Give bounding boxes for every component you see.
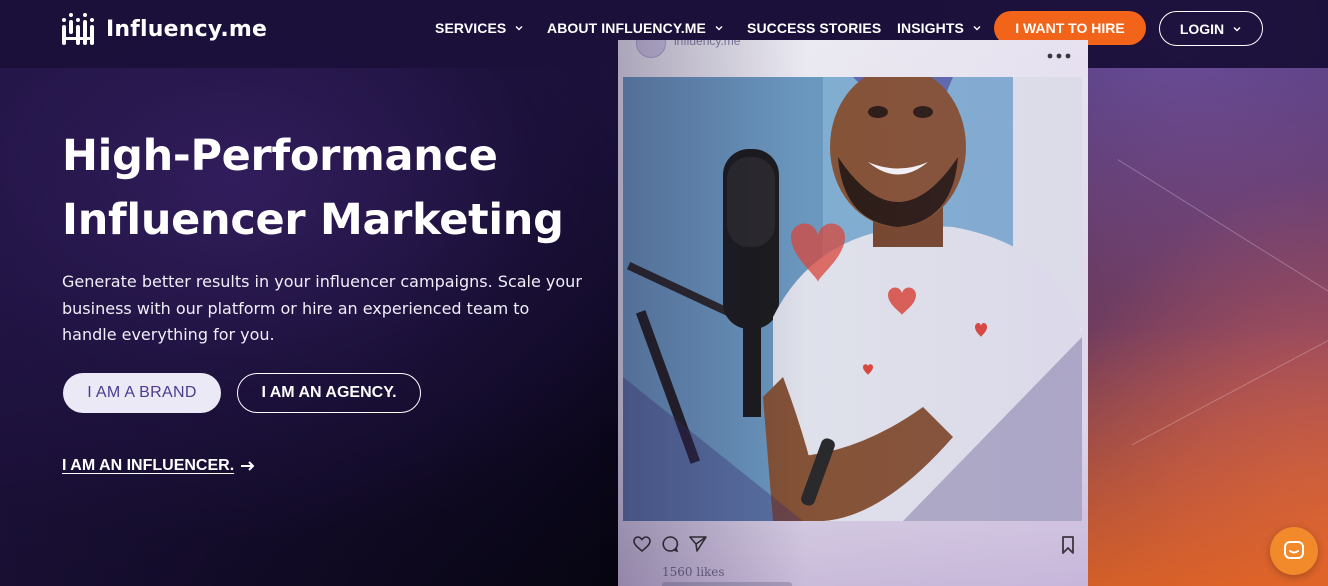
chevron-down-icon xyxy=(715,26,723,31)
nav-success-stories[interactable]: SUCCESS STORIES xyxy=(747,18,881,38)
hero-title: High-Performance Influencer Marketing xyxy=(62,124,582,252)
post-likes: 1560 likes xyxy=(662,565,725,579)
chat-button[interactable] xyxy=(1270,527,1318,575)
arrow-right-icon xyxy=(241,461,255,471)
influencer-link-label: I AM AN INFLUENCER. xyxy=(62,457,235,474)
post-handle: influency.me xyxy=(674,40,741,48)
post-actions xyxy=(632,534,708,556)
agency-button[interactable]: I AM AN AGENCY. xyxy=(237,373,421,413)
logo[interactable]: Influency.me xyxy=(60,10,267,48)
post-avatar xyxy=(636,40,666,58)
nav-about[interactable]: ABOUT INFLUENCY.ME xyxy=(547,18,724,38)
hero-subtitle: Generate better results in your influenc… xyxy=(62,272,582,344)
nav-services[interactable]: SERVICES xyxy=(435,18,524,38)
more-icon xyxy=(1047,53,1071,59)
social-post-mockup: influency.me 1560 likes xyxy=(618,40,1088,586)
hero-title-line-1: High-Performance xyxy=(62,131,498,181)
post-caption xyxy=(662,582,792,586)
chevron-down-icon xyxy=(1233,26,1241,31)
post-photo-illustration xyxy=(623,77,1082,521)
influencer-link[interactable]: I AM AN INFLUENCER. xyxy=(62,457,256,475)
nav-success-stories-label: SUCCESS STORIES xyxy=(747,20,882,36)
heart-icon[interactable] xyxy=(632,534,652,554)
logo-icon xyxy=(60,10,98,48)
bookmark-icon[interactable] xyxy=(1060,535,1076,555)
send-icon[interactable] xyxy=(688,534,708,554)
nav-insights-label: INSIGHTS xyxy=(897,20,964,36)
post-photo xyxy=(623,77,1082,521)
brand-button[interactable]: I AM A BRAND xyxy=(63,373,221,413)
chevron-down-icon xyxy=(973,26,981,31)
comment-icon[interactable] xyxy=(660,534,680,554)
login-label: LOGIN xyxy=(1179,20,1225,37)
nav-about-label: ABOUT INFLUENCY.ME xyxy=(547,20,706,36)
chat-icon xyxy=(1284,541,1304,559)
logo-text: Influency.me xyxy=(106,16,268,42)
nav-services-label: SERVICES xyxy=(435,20,507,36)
hero-title-line-2: Influencer Marketing xyxy=(62,195,564,245)
nav-insights[interactable]: INSIGHTS xyxy=(897,18,982,38)
chevron-down-icon xyxy=(515,26,523,31)
login-button[interactable]: LOGIN xyxy=(1159,11,1263,46)
background-accent-strip xyxy=(1088,68,1328,586)
